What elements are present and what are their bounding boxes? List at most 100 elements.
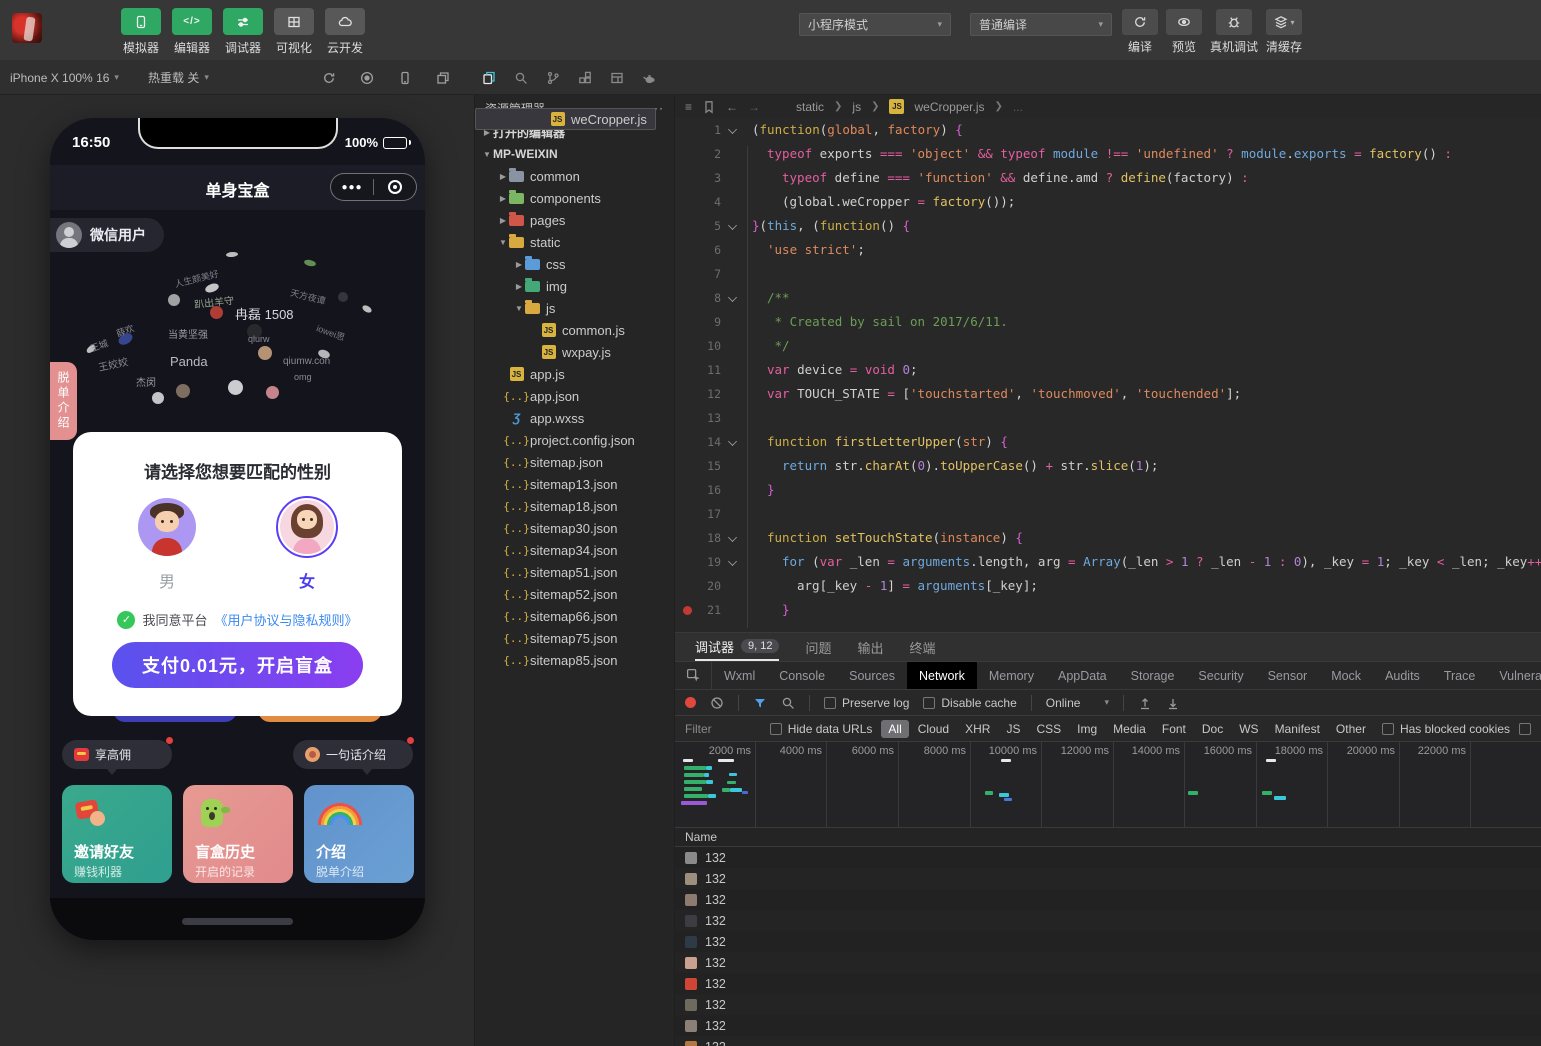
request-row[interactable]: 132 (675, 1036, 1541, 1046)
breadcrumb-file[interactable]: weCropper.js (914, 100, 984, 114)
fold-chevron-icon[interactable] (728, 533, 737, 542)
search-icon[interactable] (514, 71, 528, 85)
devtools-tab-Mock[interactable]: Mock (1319, 662, 1373, 689)
action-compile[interactable]: 编译 (1122, 9, 1158, 55)
appbtn-phone[interactable]: 模拟器 (120, 8, 162, 56)
devtools-tab-Trace[interactable]: Trace (1432, 662, 1488, 689)
tree-item-MP-WEIXIN[interactable]: ▼MP-WEIXIN (475, 143, 674, 165)
request-row[interactable]: 132 (675, 994, 1541, 1015)
code-line-11[interactable]: 11var device = void 0; (675, 358, 1541, 382)
devtools-tab-Console[interactable]: Console (767, 662, 837, 689)
action-preview[interactable]: 预览 (1166, 9, 1202, 55)
agree-row[interactable]: ✓ 我同意平台 《用户协议与隐私规则》 (73, 610, 402, 629)
devtools-tab-Vulnerability[interactable]: Vulnerability (1487, 662, 1541, 689)
devtools-tab-AppData[interactable]: AppData (1046, 662, 1119, 689)
gender-option-female[interactable]: 女 (247, 496, 367, 592)
code-line-17[interactable]: 17 (675, 502, 1541, 526)
layout-icon[interactable] (610, 71, 624, 85)
request-row[interactable]: 132 (675, 910, 1541, 931)
has-blocked-cookies-checkbox[interactable]: Has blocked cookies (1382, 722, 1510, 736)
breadcrumb-static[interactable]: static (796, 100, 824, 114)
request-row[interactable]: 132 (675, 931, 1541, 952)
tree-item-sitemap51.json[interactable]: {..}sitemap51.json (475, 561, 674, 583)
tree-item-app.json[interactable]: {..}app.json (475, 385, 674, 407)
clear-icon[interactable] (710, 696, 724, 710)
filter-input[interactable]: Filter (685, 722, 761, 736)
code-line-19[interactable]: 19for (var _len = arguments.length, arg … (675, 550, 1541, 574)
forward-icon[interactable]: → (748, 100, 760, 114)
action-clear-cache[interactable]: ▾ 清缓存 (1266, 9, 1302, 55)
bookmark-icon[interactable] (702, 100, 716, 114)
tree-item-sitemap52.json[interactable]: {..}sitemap52.json (475, 583, 674, 605)
record-button[interactable] (685, 697, 696, 708)
type-filter-Other[interactable]: Other (1329, 720, 1373, 738)
throttle-select[interactable]: Online▾ (1046, 696, 1109, 710)
devtools-tab-Network[interactable]: Network (907, 662, 977, 689)
devtools-tab-Audits[interactable]: Audits (1373, 662, 1432, 689)
tree-item-sitemap30.json[interactable]: {..}sitemap30.json (475, 517, 674, 539)
debugger-panel-tab-输出[interactable]: 输出 (858, 633, 884, 661)
compile-select[interactable]: 普通编译 ▾ (970, 13, 1112, 36)
type-filter-WS[interactable]: WS (1232, 720, 1265, 738)
windows-icon[interactable] (436, 71, 450, 85)
type-filter-All[interactable]: All (881, 720, 908, 738)
blocks-icon[interactable] (578, 71, 592, 85)
tree-item-app.wxss[interactable]: Ʒapp.wxss (475, 407, 674, 429)
action-remote-debug[interactable]: 真机调试 (1210, 9, 1258, 55)
code-line-2[interactable]: 2typeof exports === 'object' && typeof m… (675, 142, 1541, 166)
preserve-log-checkbox[interactable]: Preserve log (824, 696, 909, 710)
one-line-intro-bubble[interactable]: 一句话介绍 (293, 740, 413, 769)
appbtn-grid[interactable]: 可视化 (273, 8, 315, 56)
device-icon[interactable] (398, 71, 412, 85)
search-icon[interactable] (781, 696, 795, 710)
feature-card-1[interactable]: 邀请好友 赚钱利器 (62, 785, 172, 883)
code-line-3[interactable]: 3typeof define === 'function' && define.… (675, 166, 1541, 190)
tree-item-static[interactable]: ▼static (475, 231, 674, 253)
fold-chevron-icon[interactable] (728, 221, 737, 230)
code-line-15[interactable]: 15return str.charAt(0).toUpperCase() + s… (675, 454, 1541, 478)
request-table-header[interactable]: Name (675, 827, 1541, 847)
request-row[interactable]: 132 (675, 847, 1541, 868)
request-row[interactable]: 132 (675, 952, 1541, 973)
code-line-4[interactable]: 4(global.weCropper = factory()); (675, 190, 1541, 214)
feature-card-3[interactable]: 介绍 脱单介绍 (304, 785, 414, 883)
export-har-icon[interactable] (1166, 696, 1180, 710)
code-line-1[interactable]: 1(function(global, factory) { (675, 118, 1541, 142)
code-line-7[interactable]: 7 (675, 262, 1541, 286)
commission-bubble[interactable]: 享高佣 (62, 740, 172, 769)
user-badge[interactable]: 微信用户 (50, 218, 164, 252)
type-filter-CSS[interactable]: CSS (1029, 720, 1068, 738)
code-line-14[interactable]: 14function firstLetterUpper(str) { (675, 430, 1541, 454)
tree-item-js[interactable]: ▼js (475, 297, 674, 319)
request-row[interactable]: 132 (675, 868, 1541, 889)
type-filter-Img[interactable]: Img (1070, 720, 1104, 738)
code-line-6[interactable]: 6'use strict'; (675, 238, 1541, 262)
agreement-link[interactable]: 《用户协议与隐私规则》 (215, 610, 358, 629)
devtools-tab-Memory[interactable]: Memory (977, 662, 1046, 689)
request-row[interactable]: 132 (675, 889, 1541, 910)
code-line-8[interactable]: 8/** (675, 286, 1541, 310)
tree-item-wxpay.js[interactable]: JSwxpay.js (475, 341, 674, 363)
debugger-panel-tab-问题[interactable]: 问题 (805, 633, 831, 661)
tree-item-css[interactable]: ▶css (475, 253, 674, 275)
fold-chevron-icon[interactable] (728, 293, 737, 302)
close-target-icon[interactable] (374, 180, 416, 194)
disable-cache-checkbox[interactable]: Disable cache (923, 696, 1016, 710)
debugger-panel-tab-终端[interactable]: 终端 (910, 633, 936, 661)
capsule-menu[interactable]: ●●● (330, 173, 417, 201)
tree-item-pages[interactable]: ▶pages (475, 209, 674, 231)
tree-item-sitemap34.json[interactable]: {..}sitemap34.json (475, 539, 674, 561)
pay-open-button[interactable]: 支付0.01元，开启盲盒 (112, 642, 363, 688)
code-line-21[interactable]: 21} (675, 598, 1541, 622)
tree-item-components[interactable]: ▶components (475, 187, 674, 209)
tree-item-sitemap66.json[interactable]: {..}sitemap66.json (475, 605, 674, 627)
refresh-icon[interactable] (322, 71, 336, 85)
code-line-10[interactable]: 10 */ (675, 334, 1541, 358)
devtools-tab-Storage[interactable]: Storage (1119, 662, 1187, 689)
hide-data-urls-checkbox[interactable]: Hide data URLs (770, 722, 873, 736)
code-line-13[interactable]: 13 (675, 406, 1541, 430)
side-tab-intro[interactable]: 脱单介绍 (50, 362, 77, 440)
files-icon[interactable] (482, 71, 496, 85)
tree-item-weCropper.js[interactable]: JSweCropper.js (475, 108, 656, 130)
type-filter-Manifest[interactable]: Manifest (1268, 720, 1327, 738)
